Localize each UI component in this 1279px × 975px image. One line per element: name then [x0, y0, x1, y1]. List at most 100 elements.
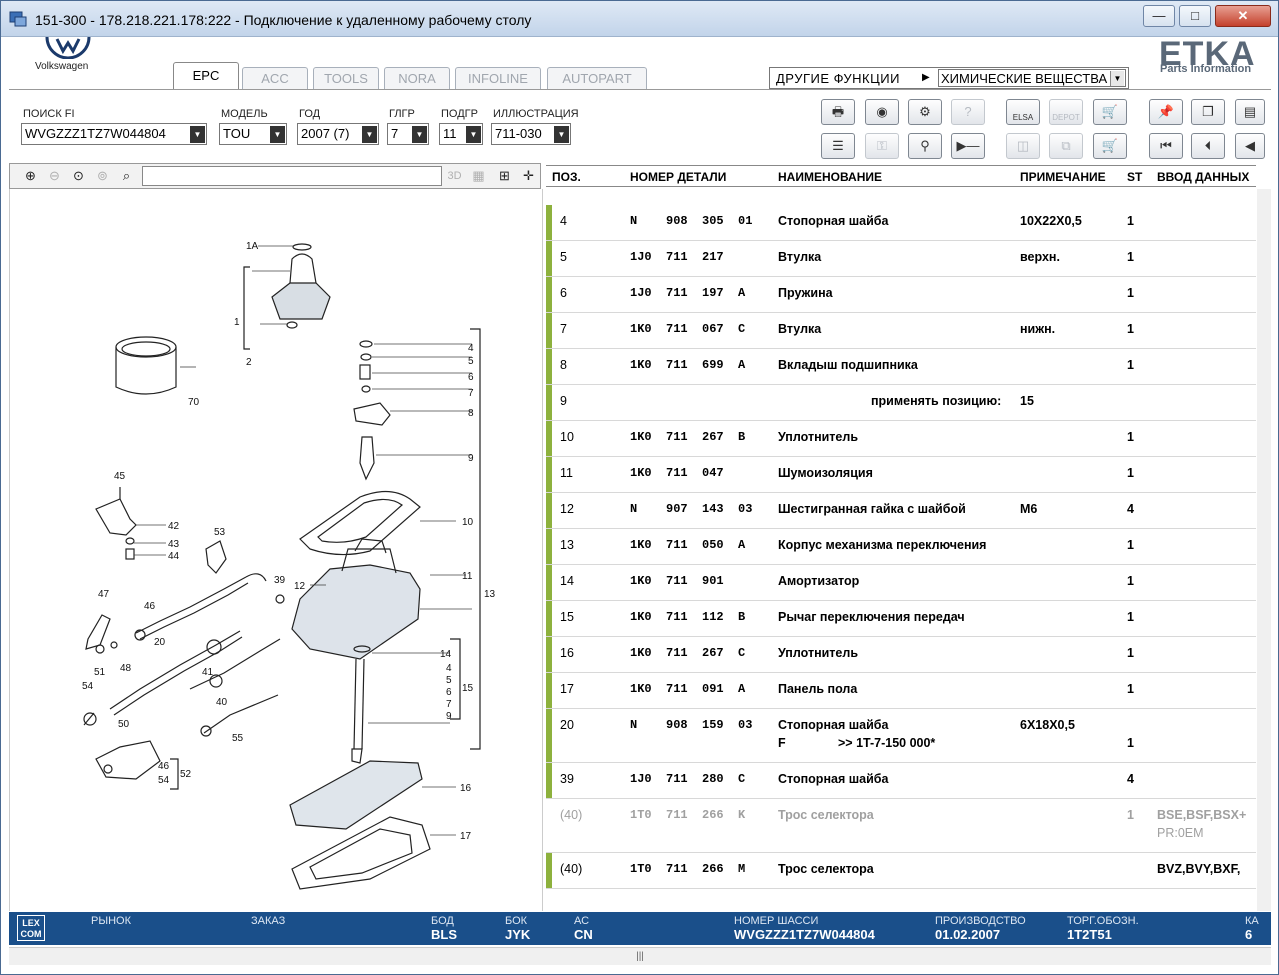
- table-row[interactable]: 20 N 908 159 03 Стопорная шайба 6X18X0,5 1 F >> 1…: [546, 709, 1256, 763]
- depot-button[interactable]: DEPOT: [1049, 99, 1083, 125]
- col-pos[interactable]: ПОЗ.: [552, 170, 581, 184]
- callout-label[interactable]: 4: [446, 663, 452, 674]
- callout-label[interactable]: 40: [216, 697, 228, 708]
- close-button[interactable]: ✕: [1215, 5, 1271, 27]
- chevron-down-icon[interactable]: ▼: [190, 126, 205, 143]
- zoom-out-button[interactable]: ⊖: [44, 166, 65, 186]
- table-row[interactable]: (40) 1T0 711 266 K Трос селектора 1 BSE,BSF,BSX…: [546, 799, 1256, 853]
- col-part-no[interactable]: НОМЕР ДЕТАЛИ: [630, 170, 726, 184]
- cart-list-button[interactable]: 🛒: [1093, 133, 1127, 159]
- callout-label[interactable]: 50: [118, 719, 130, 730]
- step-button[interactable]: ▶—: [951, 133, 985, 159]
- col-note[interactable]: ПРИМЕЧАНИЕ: [1020, 170, 1106, 184]
- callout-label[interactable]: 55: [232, 733, 244, 744]
- callout-label[interactable]: 39: [274, 575, 286, 586]
- year-select[interactable]: 2007 (7) ▼: [297, 123, 379, 145]
- table-row[interactable]: 17 1K0 711 091 A Панель пола 1: [546, 673, 1256, 709]
- col-name[interactable]: НАИМЕНОВАНИЕ: [778, 170, 882, 184]
- view-3d-button[interactable]: 3D: [444, 166, 465, 186]
- list-button[interactable]: ☰: [821, 133, 855, 159]
- other-functions-select[interactable]: ХИМИЧЕСКИЕ ВЕЩЕСТВА ▼: [938, 69, 1126, 87]
- table-row[interactable]: 13 1K0 711 050 A Корпус механизма переключени…: [546, 529, 1256, 565]
- chevron-down-icon[interactable]: ▼: [412, 126, 427, 143]
- table-row[interactable]: 8 1K0 711 699 A Вкладыш подшипника 1: [546, 349, 1256, 385]
- help-button[interactable]: ?: [951, 99, 985, 125]
- table-row[interactable]: 5 1J0 711 217 Втулка верхн. 1: [546, 241, 1256, 277]
- print-button[interactable]: 🖶: [821, 99, 855, 125]
- col-st[interactable]: ST: [1127, 170, 1142, 184]
- illustration-search-input[interactable]: [142, 166, 442, 186]
- sub-group-select[interactable]: 11 ▼: [439, 123, 483, 145]
- elsa-split-button[interactable]: ◫: [1006, 133, 1040, 159]
- zoom-fit-button[interactable]: ⊙: [68, 166, 89, 186]
- parts-illustration[interactable]: 1A 1 2 70 4 5 6 7 8 9 10 11 13 12 39 45: [9, 189, 543, 911]
- callout-label[interactable]: 1A: [246, 241, 259, 252]
- tab-nora[interactable]: NORA: [384, 67, 450, 89]
- callout-label[interactable]: 53: [214, 527, 226, 538]
- other-functions[interactable]: ДРУГИЕ ФУНКЦИИ ▶ ХИМИЧЕСКИЕ ВЕЩЕСТВА ▼: [769, 67, 1129, 89]
- callout-label[interactable]: 11: [462, 571, 473, 582]
- chevron-down-icon[interactable]: ▼: [270, 126, 285, 143]
- zoom-area-button[interactable]: ⊚: [92, 166, 113, 186]
- callout-label[interactable]: 48: [120, 663, 132, 674]
- search-button[interactable]: ⌕: [116, 166, 137, 186]
- maximize-button[interactable]: □: [1179, 5, 1211, 27]
- table-row[interactable]: 12 N 907 143 03 Шестигранная гайка с шайбой M6…: [546, 493, 1256, 529]
- callout-label[interactable]: 52: [180, 769, 192, 780]
- callout-label[interactable]: 9: [468, 453, 474, 464]
- table-row[interactable]: (40) 1T0 711 266 M Трос селектора BVZ,BVY,BXF,: [546, 853, 1256, 889]
- callout-label[interactable]: 44: [168, 551, 180, 562]
- callout-label[interactable]: 46: [144, 601, 156, 612]
- chevron-down-icon[interactable]: ▼: [554, 126, 569, 143]
- elsa-button[interactable]: ELSA: [1006, 99, 1040, 125]
- title-bar[interactable]: 151-300 - 178.218.221.178:222 - Подключе…: [1, 1, 1278, 37]
- callout-label[interactable]: 12: [294, 581, 306, 592]
- tile-button[interactable]: ▦: [468, 166, 489, 186]
- tab-infoline[interactable]: INFOLINE: [455, 67, 541, 89]
- table-row[interactable]: 7 1K0 711 067 C Втулка нижн. 1: [546, 313, 1256, 349]
- chevron-down-icon[interactable]: ▼: [1110, 71, 1124, 86]
- callout-label[interactable]: 51: [94, 667, 106, 678]
- callout-label[interactable]: 8: [468, 408, 474, 419]
- table-row[interactable]: 4 N 908 305 01 Стопорная шайба 10X22X0,5 1: [546, 205, 1256, 241]
- window-hscrollbar[interactable]: |||: [9, 947, 1271, 965]
- col-data[interactable]: ВВОД ДАННЫХ: [1157, 170, 1249, 184]
- callout-label[interactable]: 47: [98, 589, 110, 600]
- cart-button[interactable]: 🛒: [1093, 99, 1127, 125]
- callout-label[interactable]: 5: [468, 356, 474, 367]
- callout-label[interactable]: 4: [468, 343, 474, 354]
- callout-label[interactable]: 7: [446, 699, 452, 710]
- callout-label[interactable]: 41: [202, 667, 214, 678]
- callout-label[interactable]: 43: [168, 539, 180, 550]
- table-row[interactable]: 15 1K0 711 112 B Рычаг переключения передач 1: [546, 601, 1256, 637]
- table-row[interactable]: 9 применять позицию: 15: [546, 385, 1256, 421]
- callout-label[interactable]: 45: [114, 471, 126, 482]
- depot-split-button[interactable]: ⧉: [1049, 133, 1083, 159]
- callout-label[interactable]: 15: [462, 683, 474, 694]
- split-divider-button[interactable]: ✛: [518, 166, 539, 186]
- tab-tools[interactable]: TOOLS: [313, 67, 379, 89]
- callout-label[interactable]: 20: [154, 637, 166, 648]
- table-row[interactable]: 14 1K0 711 901 Амортизатор 1: [546, 565, 1256, 601]
- callout-label[interactable]: 9: [446, 711, 452, 722]
- tab-acc[interactable]: ACC: [242, 67, 308, 89]
- callout-label[interactable]: 14: [440, 649, 452, 660]
- search-fi-select[interactable]: WVGZZZ1TZ7W044804 ▼: [21, 123, 207, 145]
- callout-label[interactable]: 17: [460, 831, 472, 842]
- callout-label[interactable]: 54: [158, 775, 170, 786]
- tab-epc[interactable]: EPC: [173, 62, 239, 90]
- table-row[interactable]: 6 1J0 711 197 A Пружина 1: [546, 277, 1256, 313]
- parts-button[interactable]: ⚙: [908, 99, 942, 125]
- vehicle-button[interactable]: ⚲: [908, 133, 942, 159]
- minimize-button[interactable]: —: [1143, 5, 1175, 27]
- callout-label[interactable]: 10: [462, 517, 474, 528]
- callout-label[interactable]: 2: [246, 357, 252, 368]
- callout-label[interactable]: 7: [468, 388, 474, 399]
- model-select[interactable]: TOU ▼: [219, 123, 287, 145]
- callout-label[interactable]: 54: [82, 681, 94, 692]
- pin-button[interactable]: 📌: [1149, 99, 1183, 125]
- table-row[interactable]: 39 1J0 711 280 C Стопорная шайба 4: [546, 763, 1256, 799]
- callout-label[interactable]: 6: [446, 687, 452, 698]
- chevron-down-icon[interactable]: ▼: [466, 126, 481, 143]
- main-group-select[interactable]: 7 ▼: [387, 123, 429, 145]
